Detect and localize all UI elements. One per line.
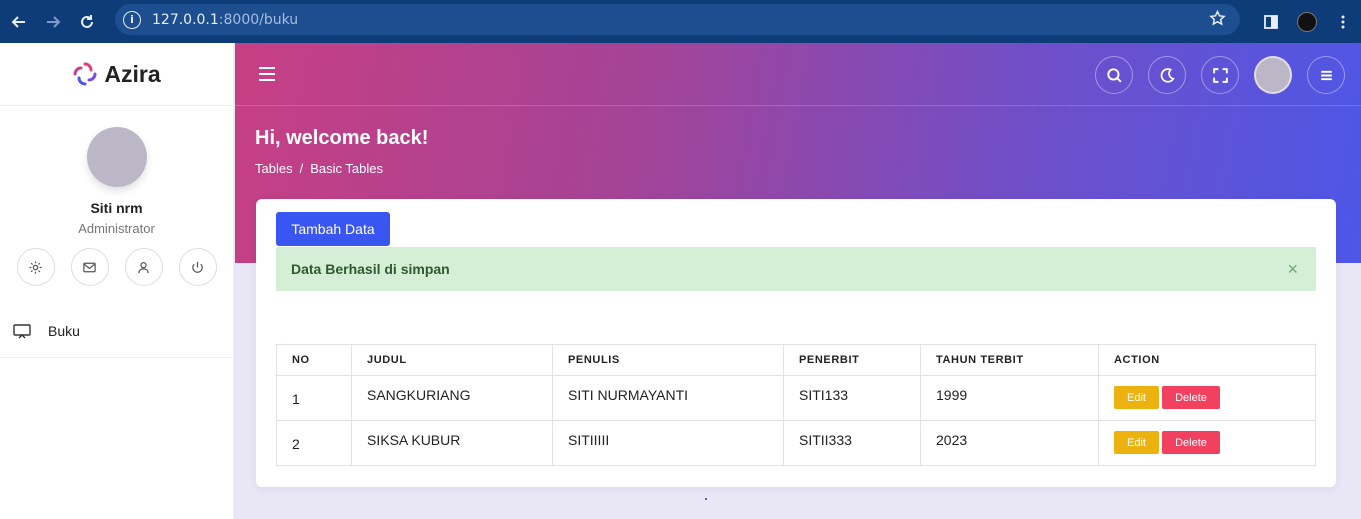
cell-judul: SANGKURIANG bbox=[351, 375, 553, 421]
column-header-action: ACTION bbox=[1098, 344, 1316, 376]
cell-tahun: 1999 bbox=[920, 375, 1099, 421]
content-card: Tambah Data Data Berhasil di simpan × NO… bbox=[256, 199, 1336, 487]
table-row: 2 SIKSA KUBUR SITIIIII SITII333 2023 Edi… bbox=[276, 420, 1316, 466]
sidebar: Azira Siti nrm Administrator Buku bbox=[0, 43, 234, 519]
breadcrumb-separator: / bbox=[299, 161, 304, 176]
user-role: Administrator bbox=[78, 221, 155, 236]
forward-icon[interactable] bbox=[38, 7, 68, 37]
url-text: 127.0.0.1:8000/buku bbox=[152, 11, 299, 28]
cell-penulis: SITI NURMAYANTI bbox=[552, 375, 784, 421]
delete-button[interactable]: Delete bbox=[1162, 386, 1220, 409]
profile-avatar-icon[interactable] bbox=[1289, 11, 1325, 32]
tambah-data-button[interactable]: Tambah Data bbox=[276, 212, 390, 246]
breadcrumb-item-basic-tables: Basic Tables bbox=[310, 161, 383, 176]
settings-icon[interactable] bbox=[16, 248, 55, 286]
mail-icon[interactable] bbox=[70, 248, 109, 286]
decorative-dot bbox=[705, 498, 707, 500]
monitor-icon bbox=[13, 323, 31, 338]
cell-action: Edit Delete bbox=[1098, 375, 1316, 421]
user-icon[interactable] bbox=[124, 248, 163, 286]
browser-menu-icon[interactable] bbox=[1325, 14, 1361, 30]
back-icon[interactable] bbox=[4, 7, 34, 37]
column-header-penulis: PENULIS bbox=[552, 344, 784, 376]
cell-penerbit: SITI133 bbox=[783, 375, 921, 421]
column-header-penerbit: PENERBIT bbox=[783, 344, 921, 376]
cell-no: 2 bbox=[276, 420, 352, 466]
close-icon[interactable]: × bbox=[1287, 260, 1298, 278]
breadcrumb-item-tables[interactable]: Tables bbox=[255, 161, 293, 176]
site-info-icon[interactable]: i bbox=[123, 10, 141, 29]
user-avatar[interactable] bbox=[86, 127, 147, 187]
user-name: Siti nrm bbox=[90, 200, 143, 216]
edit-button[interactable]: Edit bbox=[1114, 431, 1159, 454]
cell-penerbit: SITII333 bbox=[783, 420, 921, 466]
brand-logo[interactable]: Azira bbox=[0, 43, 233, 106]
page-title: Hi, welcome back! bbox=[255, 127, 429, 149]
cell-penulis: SITIIIII bbox=[552, 420, 784, 466]
column-header-tahun-terbit: TAHUN TERBIT bbox=[920, 344, 1099, 376]
power-icon[interactable] bbox=[178, 248, 217, 286]
column-header-no: NO bbox=[276, 344, 352, 376]
cell-judul: SIKSA KUBUR bbox=[351, 420, 553, 466]
delete-button[interactable]: Delete bbox=[1162, 431, 1220, 454]
sidebar-toggle-icon[interactable] bbox=[257, 65, 277, 88]
edit-button[interactable]: Edit bbox=[1114, 386, 1159, 409]
cell-action: Edit Delete bbox=[1098, 420, 1316, 466]
sidebar-item-label: Buku bbox=[48, 322, 80, 339]
azira-logo-icon bbox=[73, 62, 97, 86]
settings-menu-icon[interactable] bbox=[1307, 56, 1345, 94]
dark-mode-moon-icon[interactable] bbox=[1148, 56, 1186, 94]
table-row: 1 SANGKURIANG SITI NURMAYANTI SITI133 19… bbox=[276, 375, 1316, 421]
alert-message: Data Berhasil di simpan bbox=[291, 261, 450, 277]
side-panel-icon[interactable] bbox=[1253, 14, 1289, 30]
cell-no: 1 bbox=[276, 375, 352, 421]
table-header-row: NO JUDUL PENULIS PENERBIT TAHUN TERBIT A… bbox=[276, 344, 1316, 376]
brand-name: Azira bbox=[104, 60, 161, 87]
address-bar[interactable]: i 127.0.0.1:8000/buku bbox=[115, 4, 1240, 35]
sidebar-item-buku[interactable]: Buku bbox=[0, 304, 233, 358]
fullscreen-icon[interactable] bbox=[1201, 56, 1239, 94]
top-bar bbox=[235, 43, 1361, 106]
bookmark-star-icon[interactable] bbox=[1209, 9, 1226, 32]
column-header-judul: JUDUL bbox=[351, 344, 553, 376]
reload-icon[interactable] bbox=[72, 7, 102, 37]
breadcrumb: Tables / Basic Tables bbox=[255, 161, 383, 176]
browser-toolbar: i 127.0.0.1:8000/buku bbox=[0, 0, 1361, 43]
search-icon[interactable] bbox=[1095, 56, 1133, 94]
cell-tahun: 2023 bbox=[920, 420, 1099, 466]
books-table: NO JUDUL PENULIS PENERBIT TAHUN TERBIT A… bbox=[276, 344, 1316, 466]
success-alert: Data Berhasil di simpan × bbox=[276, 247, 1316, 291]
header-avatar[interactable] bbox=[1254, 56, 1292, 94]
